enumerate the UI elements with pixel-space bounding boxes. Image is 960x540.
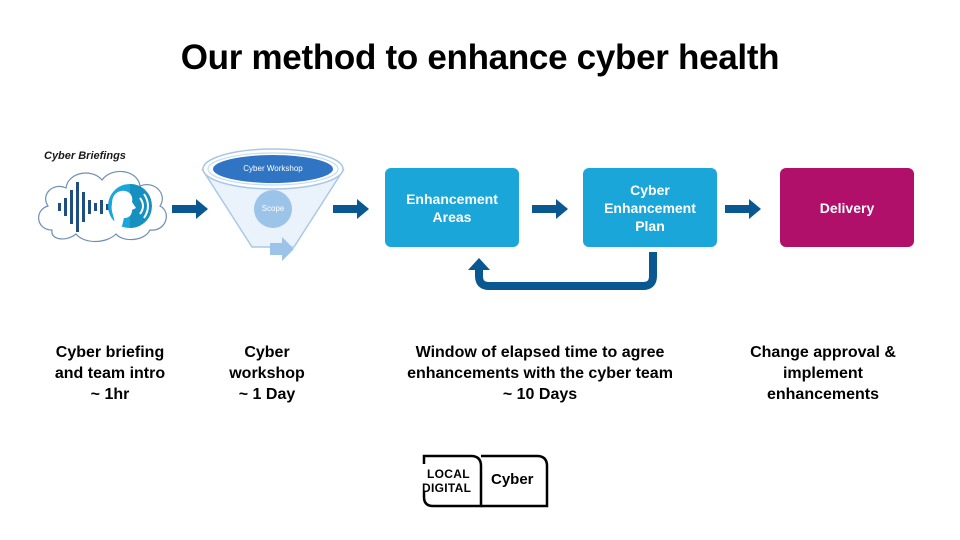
funnel-scope-label: Scope xyxy=(261,204,285,213)
flow-arrow-3 xyxy=(532,199,568,219)
cyber-enhancement-plan-box: Cyber Enhancement Plan xyxy=(583,168,717,247)
delivery-box: Delivery xyxy=(780,168,914,247)
slide-title: Our method to enhance cyber health xyxy=(180,38,780,77)
flow-arrow-2 xyxy=(333,199,369,219)
cyber-briefings-graphic: Cyber Briefings xyxy=(32,148,172,248)
arrow-right-icon xyxy=(333,199,369,219)
voice-sound-wave-icon xyxy=(38,170,167,243)
local-digital-cyber-logo: LOCAL DIGITAL Cyber xyxy=(421,452,549,508)
feedback-loop-arrow xyxy=(465,250,665,300)
logo-local: LOCAL xyxy=(427,467,470,481)
caption-enhancement-window: Window of elapsed time to agree enhancem… xyxy=(407,344,673,403)
flow-arrow-4 xyxy=(725,199,761,219)
arrow-up-icon xyxy=(468,258,490,270)
funnel-top-label: Cyber Workshop xyxy=(243,164,303,173)
logo-cyber: Cyber xyxy=(491,471,534,488)
caption-briefing: Cyber briefing and team intro ~ 1hr xyxy=(54,344,166,403)
arrow-right-icon xyxy=(532,199,568,219)
logo-digital: DIGITAL xyxy=(422,481,472,495)
caption-delivery: Change approval & implement enhancements xyxy=(750,344,896,403)
caption-workshop: Cyber workshop ~ 1 Day xyxy=(229,344,305,403)
enhancement-areas-box: Enhancement Areas xyxy=(385,168,519,247)
cyber-workshop-funnel: Cyber Workshop Scope xyxy=(198,145,348,270)
arrow-right-icon xyxy=(725,199,761,219)
